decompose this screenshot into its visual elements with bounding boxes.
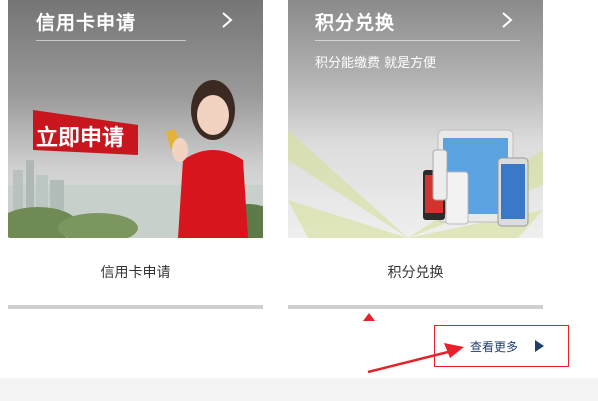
card-divider [315,40,520,41]
card-title: 积分兑换 [315,12,396,34]
points-exchange-card[interactable]: 积分兑换 积分能缴费 就是方便 [288,0,543,238]
active-indicator-icon [363,313,375,321]
card-divider [36,40,186,41]
card-underline-bar [8,305,263,309]
credit-card-apply-caption[interactable]: 信用卡申请 [8,262,263,282]
card-underline-bar [288,305,543,309]
banner-text: 立即申请 [36,125,124,151]
points-exchange-caption[interactable]: 积分兑换 [288,262,543,282]
footer-strip [0,378,598,401]
play-triangle-icon [535,340,544,352]
card-subtitle: 积分能缴费 就是方便 [315,56,437,71]
annotation-arrow-icon [367,343,464,374]
card-title: 信用卡申请 [36,12,137,34]
chevron-right-icon[interactable] [217,10,237,30]
view-more-label: 查看更多 [470,340,519,354]
points-exchange-promo-image [288,129,543,238]
credit-card-apply-card[interactable]: 立即申请 信用卡申请 [8,0,263,238]
chevron-right-icon[interactable] [497,10,517,30]
credit-card-promo-image: 立即申请 [8,80,263,238]
